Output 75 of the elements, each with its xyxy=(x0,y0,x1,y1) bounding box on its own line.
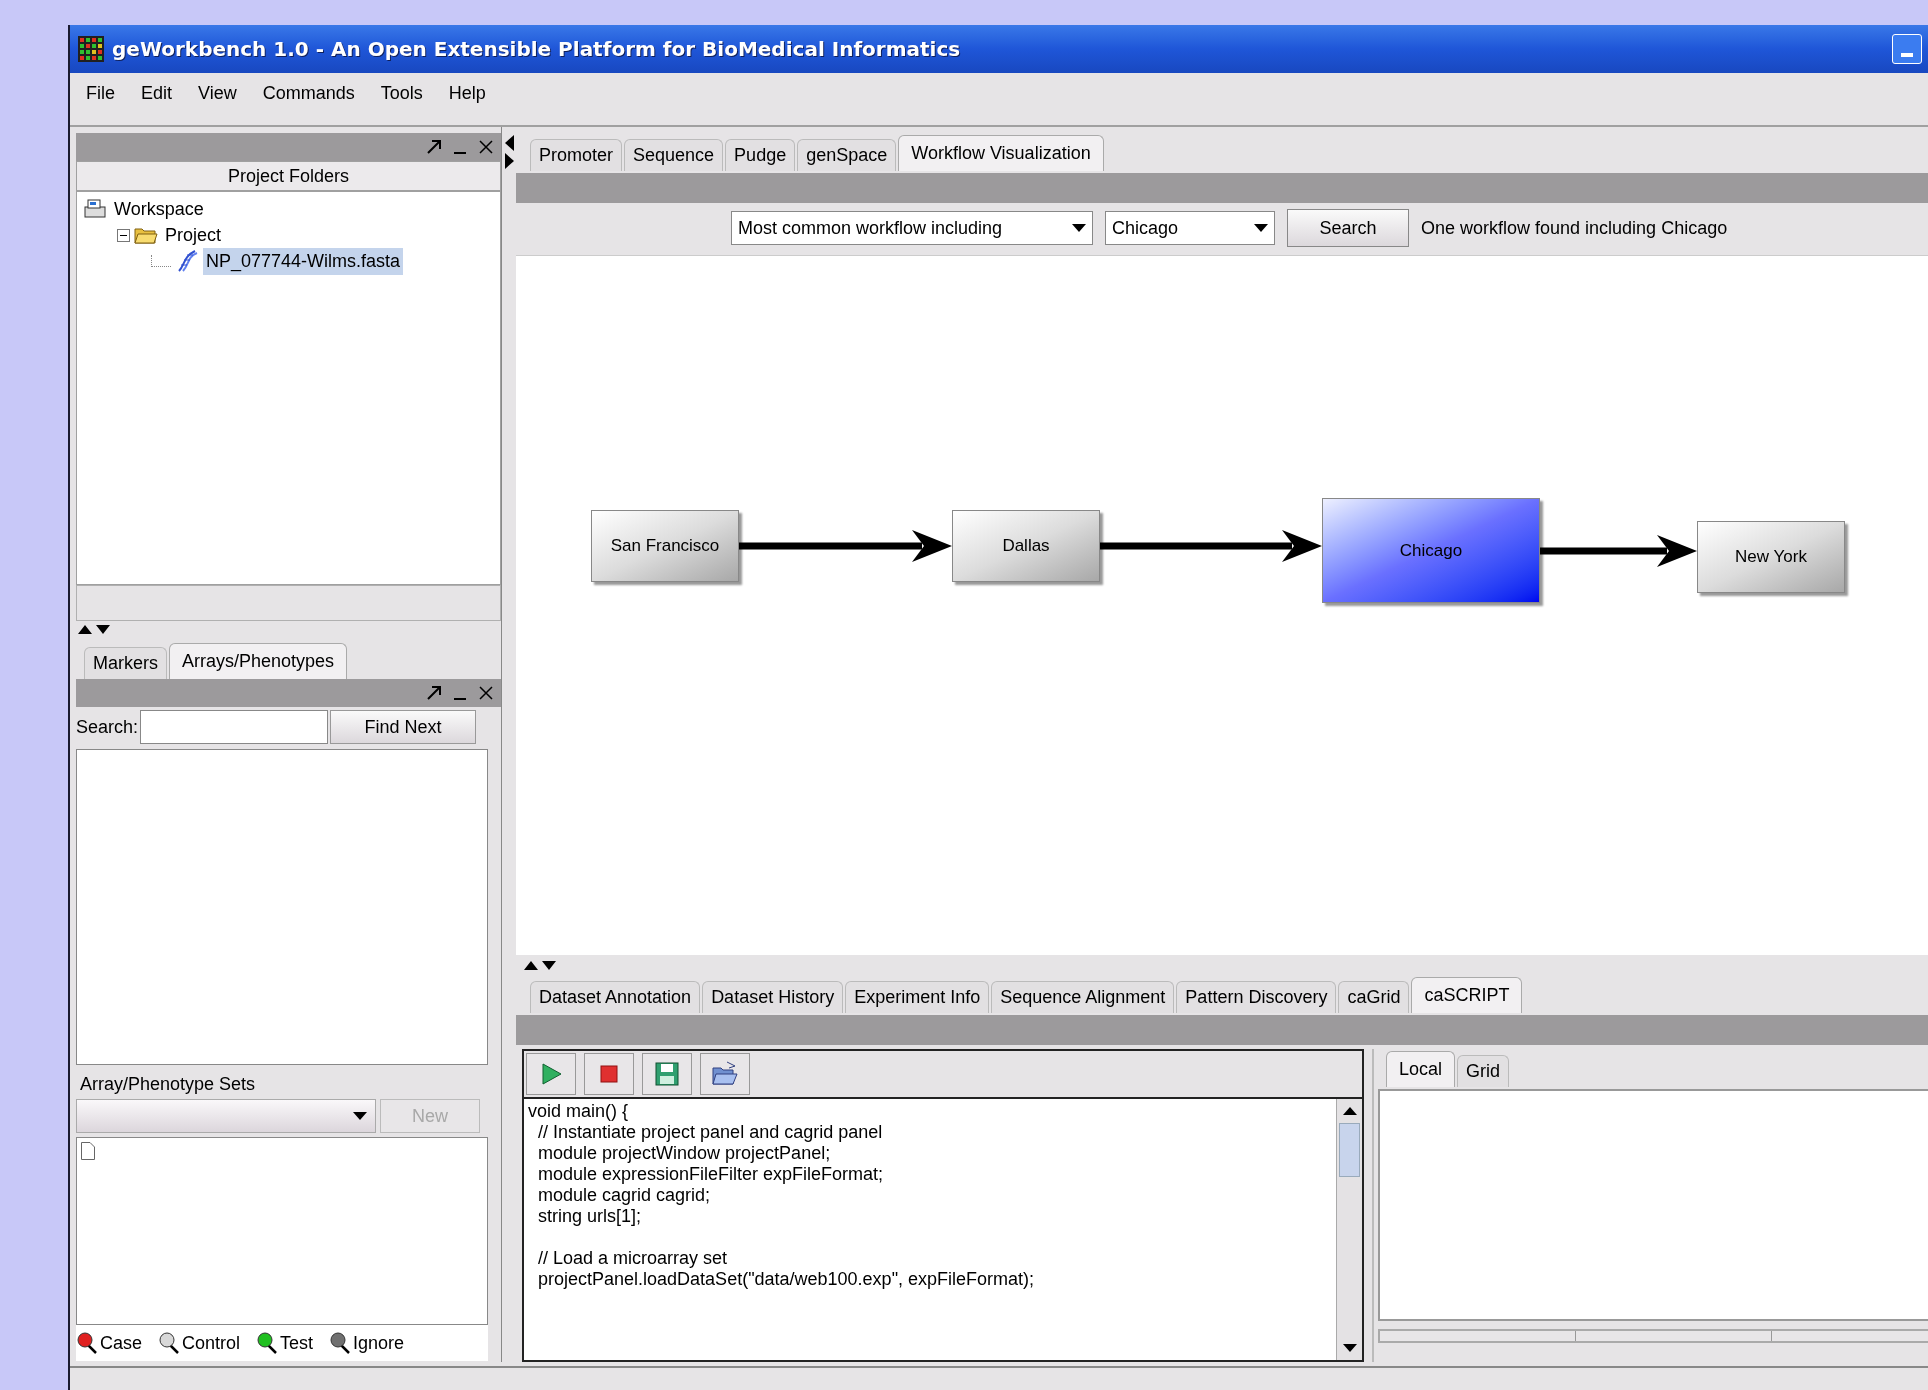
minimize-button[interactable] xyxy=(1892,34,1922,64)
menu-item[interactable]: Help xyxy=(438,75,496,111)
tab[interactable]: genSpace xyxy=(797,139,897,171)
tab[interactable]: Dataset History xyxy=(702,981,844,1013)
scroll-thumb[interactable] xyxy=(1339,1123,1360,1177)
menu-item[interactable]: Tools xyxy=(370,75,433,111)
code-line: // Instantiate project panel and cagrid panel xyxy=(537,1122,884,1143)
legend-label: Case xyxy=(100,1331,143,1355)
minimize-icon xyxy=(1901,53,1913,57)
tree-item[interactable]: Project xyxy=(162,221,225,249)
toolbar-button[interactable] xyxy=(700,1053,750,1095)
code-line: string urls[1]; xyxy=(537,1206,643,1227)
workflow-node[interactable]: San Francisco xyxy=(591,510,739,582)
caret-icon xyxy=(1254,224,1268,232)
menu-item[interactable]: File xyxy=(76,75,125,111)
workstation-icon xyxy=(83,197,107,221)
tab[interactable]: caGrid xyxy=(1338,981,1410,1013)
tab[interactable]: Sequence xyxy=(624,139,724,171)
tab[interactable]: Grid xyxy=(1457,1055,1510,1087)
search-field[interactable] xyxy=(140,710,329,744)
split-arrows-icon[interactable] xyxy=(76,623,112,635)
menu-item[interactable]: Commands xyxy=(252,75,365,111)
code-line: projectPanel.loadDataSet("data/web100.exp", expFileFormat); xyxy=(537,1269,1036,1290)
tab[interactable]: Workflow Visualization xyxy=(898,135,1104,171)
code-line: module cagrid cagrid; xyxy=(537,1185,712,1206)
workflow-node[interactable]: New York xyxy=(1697,521,1845,593)
tab[interactable]: Markers xyxy=(84,647,167,679)
caret-icon xyxy=(1072,224,1086,232)
close-icon[interactable] xyxy=(477,684,495,702)
expand-toggle[interactable] xyxy=(117,228,130,242)
tab[interactable]: caSCRIPT xyxy=(1411,977,1523,1013)
toolbar-button[interactable] xyxy=(584,1053,634,1095)
app-icon xyxy=(78,36,104,62)
legend-label: Test xyxy=(280,1331,314,1355)
tree-item[interactable]: NP_077744-Wilms.fasta xyxy=(203,247,404,275)
split-arrows-icon[interactable] xyxy=(522,959,558,971)
tab[interactable]: Sequence Alignment xyxy=(991,981,1175,1013)
panel-header: Project Folders xyxy=(76,161,501,191)
code-line: module projectWindow projectPanel; xyxy=(537,1143,832,1164)
code-line: module expressionFileFilter expFileFormat; xyxy=(537,1164,885,1185)
document-icon xyxy=(81,1142,95,1160)
close-icon[interactable] xyxy=(477,138,495,156)
tab[interactable]: Arrays/Phenotypes xyxy=(169,643,348,679)
mode-dropdown[interactable]: Most common workflow including xyxy=(731,211,1093,245)
tab[interactable]: Dataset Annotation xyxy=(530,981,701,1013)
window-title: geWorkbench 1.0 - An Open Extensible Platform for BioMedical Informatics xyxy=(112,36,961,63)
script-editor[interactable] xyxy=(524,1099,1336,1360)
section-label: Array/Phenotype Sets xyxy=(79,1072,257,1096)
result-text: One workflow found including Chicago xyxy=(1421,216,1728,240)
tab[interactable]: Experiment Info xyxy=(845,981,990,1013)
scrollbar[interactable] xyxy=(1336,1099,1362,1360)
menu-item[interactable]: Edit xyxy=(131,75,183,111)
toolbar-button[interactable] xyxy=(642,1053,692,1095)
legend-label: Ignore xyxy=(353,1331,405,1355)
tab[interactable]: Pudge xyxy=(725,139,796,171)
code-line: void main() { xyxy=(528,1101,630,1122)
tab[interactable]: Local xyxy=(1386,1051,1456,1087)
workflow-node[interactable]: Dallas xyxy=(952,510,1100,582)
find-next-button[interactable]: Find Next xyxy=(330,710,477,744)
menu-item[interactable]: View xyxy=(188,75,247,111)
caret-icon xyxy=(353,1112,367,1120)
code-line: // Load a microarray set xyxy=(537,1248,729,1269)
legend-label: Control xyxy=(182,1331,241,1355)
workflow-node[interactable]: Chicago xyxy=(1322,498,1540,603)
undock-icon[interactable] xyxy=(425,138,443,156)
undock-icon[interactable] xyxy=(425,684,443,702)
tree-item[interactable]: Workspace xyxy=(111,195,207,223)
expand-right-icon[interactable] xyxy=(504,153,514,169)
search-label: Search: xyxy=(76,715,139,739)
collapse-left-icon[interactable] xyxy=(504,135,514,151)
tab[interactable]: Pattern Discovery xyxy=(1176,981,1337,1013)
toolbar-button[interactable] xyxy=(526,1053,576,1095)
city-dropdown[interactable]: Chicago xyxy=(1105,211,1275,245)
search-button[interactable]: Search xyxy=(1287,209,1409,247)
tab[interactable]: Promoter xyxy=(530,139,623,171)
